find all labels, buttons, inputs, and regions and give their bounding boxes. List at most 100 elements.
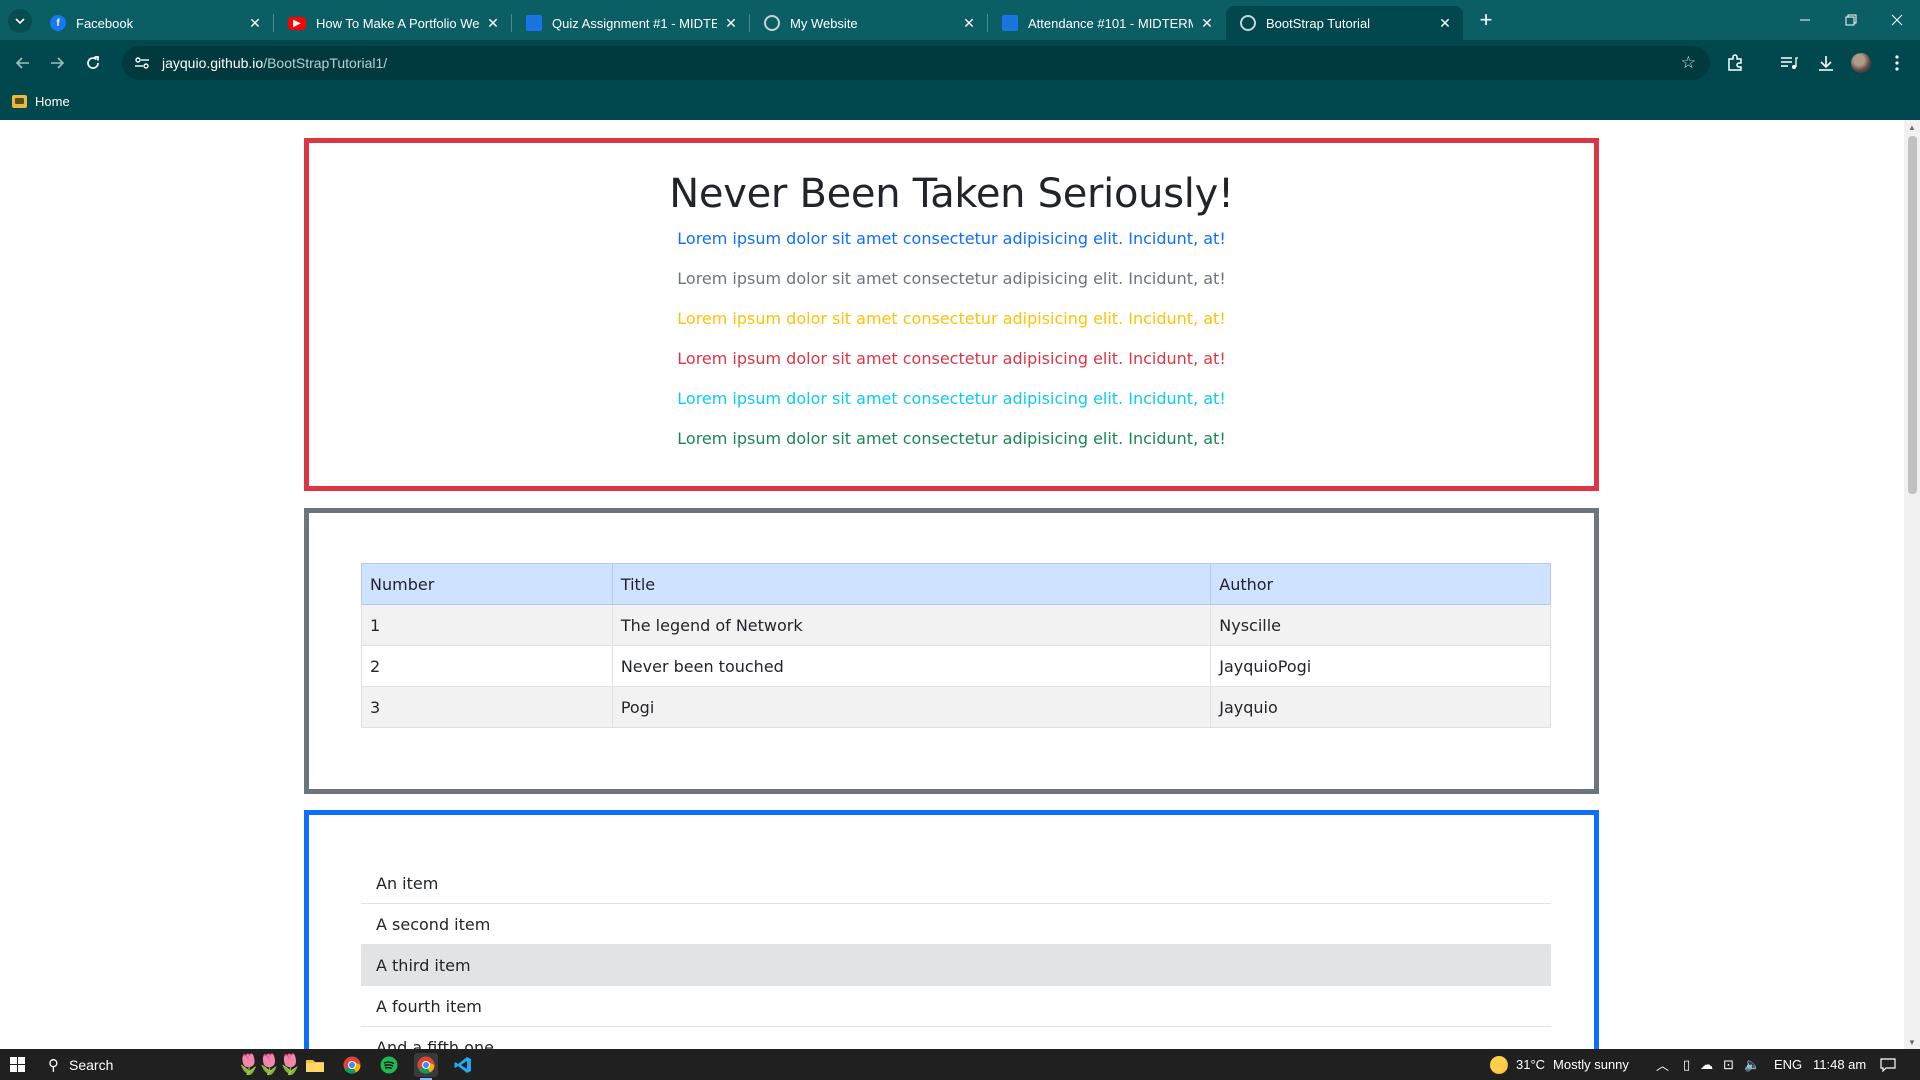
bookmark-label: Home xyxy=(35,94,70,109)
clock[interactable]: 11:48 am xyxy=(1813,1049,1866,1080)
windows-taskbar: ⚲ Search 🌷🌷🌷 31°C Mostly sunny ︿ ▯ ☁ ⊡ 🔈… xyxy=(0,1049,1920,1080)
browser-toolbar: jayquio.github.io/BootStrapTutorial1/ ☆ xyxy=(0,40,1920,86)
hero-section: Never Been Taken Seriously! Lorem ipsum … xyxy=(304,138,1599,491)
globe-icon xyxy=(1240,15,1256,31)
close-icon[interactable]: ✕ xyxy=(1437,15,1453,31)
bookmark-star-icon[interactable]: ☆ xyxy=(1681,53,1696,73)
restore-button[interactable] xyxy=(1828,6,1874,34)
volume-icon[interactable]: 🔈 xyxy=(1744,1057,1760,1073)
warning-paragraph: Lorem ipsum dolor sit amet consectetur a… xyxy=(677,309,1226,328)
url-path: /BootStrapTutorial1/ xyxy=(263,55,388,71)
cell-author: Jayquio xyxy=(1210,686,1551,728)
success-paragraph: Lorem ipsum dolor sit amet consectetur a… xyxy=(677,429,1226,448)
scroll-thumb[interactable] xyxy=(1908,136,1917,494)
list-item: A fourth item xyxy=(361,986,1551,1027)
close-icon xyxy=(1891,14,1903,26)
list-item-active: A third item xyxy=(361,945,1551,986)
spotify-icon[interactable] xyxy=(377,1053,401,1077)
info-paragraph: Lorem ipsum dolor sit amet consectetur a… xyxy=(677,389,1226,408)
arrow-left-icon xyxy=(15,57,29,69)
minimize-button[interactable] xyxy=(1782,6,1828,34)
extensions-icon[interactable] xyxy=(1724,52,1746,74)
media-queue-icon[interactable] xyxy=(1778,52,1800,74)
chevron-down-icon xyxy=(15,18,25,25)
chrome-icon[interactable] xyxy=(340,1053,364,1077)
search-icon: ⚲ xyxy=(48,1056,59,1074)
list-section: An item A second item A third item A fou… xyxy=(304,810,1599,1049)
back-button[interactable] xyxy=(10,50,36,76)
close-icon[interactable]: ✕ xyxy=(961,15,977,31)
tab-quiz-assignment[interactable]: 👤 Quiz Assignment #1 - MIDTERM ✕ xyxy=(512,6,749,40)
forward-button[interactable] xyxy=(44,50,70,76)
column-header-number: Number xyxy=(361,563,613,605)
tab-title: Quiz Assignment #1 - MIDTERM xyxy=(552,15,717,31)
close-icon[interactable]: ✕ xyxy=(1199,15,1215,31)
close-icon[interactable]: ✕ xyxy=(247,15,263,31)
tab-facebook[interactable]: f Facebook ✕ xyxy=(36,6,273,40)
table-section: Number Title Author 1 The legend of Netw… xyxy=(304,508,1599,794)
cell-title: The legend of Network xyxy=(611,604,1212,646)
scroll-up-arrow-icon[interactable]: ▲ xyxy=(1908,123,1916,132)
tab-title: Attendance #101 - MIDTERM xyxy=(1028,15,1193,31)
system-tray-icons[interactable]: ︿ ▯ ☁ ⊡ 🔈 xyxy=(1656,1049,1772,1080)
address-bar[interactable]: jayquio.github.io/BootStrapTutorial1/ ☆ xyxy=(122,46,1710,80)
folder-icon xyxy=(12,95,27,108)
close-icon[interactable]: ✕ xyxy=(485,15,501,31)
new-tab-button[interactable]: + xyxy=(1472,7,1500,32)
tab-bootstrap-tutorial[interactable]: BootStrap Tutorial ✕ xyxy=(1226,6,1463,40)
reload-button[interactable] xyxy=(80,50,106,76)
close-window-button[interactable] xyxy=(1874,6,1920,34)
vscode-icon[interactable] xyxy=(451,1053,475,1077)
menu-dots-icon[interactable] xyxy=(1886,52,1908,74)
facebook-icon: f xyxy=(50,15,66,31)
download-icon[interactable] xyxy=(1815,52,1837,74)
weather-sun-icon xyxy=(1490,1055,1508,1074)
tab-title: Facebook xyxy=(76,15,134,31)
primary-paragraph: Lorem ipsum dolor sit amet consectetur a… xyxy=(677,229,1226,248)
tab-attendance[interactable]: 👤 Attendance #101 - MIDTERM ✕ xyxy=(988,6,1225,40)
globe-icon xyxy=(764,15,780,31)
scroll-down-arrow-icon[interactable]: ▼ xyxy=(1908,1038,1916,1047)
url-text: jayquio.github.io/BootStrapTutorial1/ xyxy=(162,55,387,71)
column-header-title: Title xyxy=(611,563,1212,605)
close-icon[interactable]: ✕ xyxy=(723,15,739,31)
danger-paragraph: Lorem ipsum dolor sit amet consectetur a… xyxy=(677,349,1226,368)
tab-title: How To Make A Portfolio Website xyxy=(316,15,479,31)
windows-start-icon[interactable] xyxy=(10,1057,25,1072)
books-table: Number Title Author 1 The legend of Netw… xyxy=(361,563,1551,728)
tray-app-icon[interactable]: ▯ xyxy=(1683,1057,1690,1073)
list-item: An item xyxy=(361,863,1551,904)
cell-title: Never been touched xyxy=(611,645,1212,687)
onedrive-icon[interactable]: ☁ xyxy=(1700,1057,1713,1073)
tab-strip: f Facebook ✕ ▶ How To Make A Portfolio W… xyxy=(0,0,1920,40)
classroom-icon: 👤 xyxy=(1002,15,1018,31)
file-explorer-icon[interactable] xyxy=(303,1053,327,1077)
youtube-icon: ▶ xyxy=(288,16,306,30)
weather-widget[interactable]: 31°C Mostly sunny xyxy=(1490,1049,1629,1080)
tab-youtube[interactable]: ▶ How To Make A Portfolio Website ✕ xyxy=(274,6,511,40)
weather-description: Mostly sunny xyxy=(1553,1057,1629,1072)
tab-my-website[interactable]: My Website ✕ xyxy=(750,6,987,40)
table-header-row: Number Title Author xyxy=(361,563,1551,605)
tab-search-button[interactable] xyxy=(8,9,32,33)
chevron-up-icon[interactable]: ︿ xyxy=(1656,1055,1669,1074)
list-item: And a fifth one xyxy=(361,1027,1551,1050)
list-group: An item A second item A third item A fou… xyxy=(361,863,1551,1049)
cell-number: 2 xyxy=(361,645,613,687)
table-row: 3 Pogi Jayquio xyxy=(361,686,1551,728)
secondary-paragraph: Lorem ipsum dolor sit amet consectetur a… xyxy=(677,269,1226,288)
cell-number: 1 xyxy=(361,604,613,646)
language-indicator[interactable]: ENG xyxy=(1774,1049,1802,1080)
network-icon[interactable]: ⊡ xyxy=(1723,1057,1734,1073)
profile-avatar[interactable] xyxy=(1851,53,1871,73)
page-title: Never Been Taken Seriously! xyxy=(669,171,1234,217)
notification-icon[interactable] xyxy=(1880,1049,1896,1080)
page-viewport: Never Been Taken Seriously! Lorem ipsum … xyxy=(0,120,1904,1049)
column-header-author: Author xyxy=(1210,563,1551,605)
chrome-active-icon[interactable] xyxy=(414,1053,438,1080)
bookmark-home[interactable]: Home xyxy=(12,94,70,109)
bookmarks-bar: Home xyxy=(0,86,1920,120)
page-scrollbar[interactable]: ▲ ▼ xyxy=(1904,120,1920,1049)
cell-title: Pogi xyxy=(611,686,1212,728)
site-settings-icon[interactable] xyxy=(132,53,152,73)
